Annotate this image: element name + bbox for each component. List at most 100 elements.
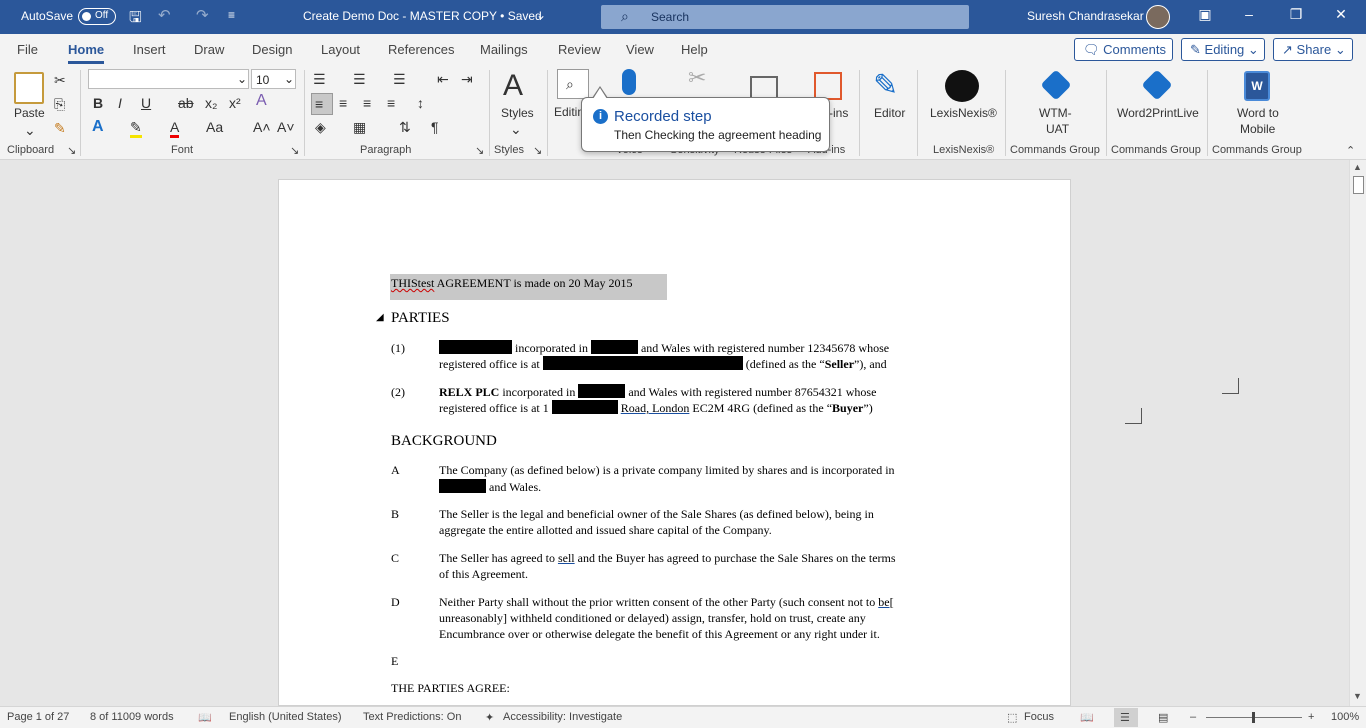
wtm-uat-label-1[interactable]: WTM- [1039, 106, 1072, 120]
flagged-text[interactable]: be[ [878, 595, 893, 609]
tab-references[interactable]: References [388, 42, 454, 57]
font-name-select[interactable]: ⌄ [88, 69, 249, 89]
highlight-icon[interactable]: ✎ [130, 119, 142, 138]
clear-formatting-icon[interactable]: A [256, 93, 267, 109]
focus-icon[interactable]: ⬚ [1007, 711, 1017, 724]
collapse-triangle-icon[interactable]: ◢ [376, 312, 384, 323]
tab-review[interactable]: Review [558, 42, 601, 57]
tab-view[interactable]: View [626, 42, 654, 57]
dialog-launcher-icon[interactable]: ↘ [533, 144, 542, 157]
chevron-down-icon[interactable]: ⌄ [24, 122, 36, 138]
format-painter-icon[interactable]: ✎ [54, 120, 66, 136]
styles-button[interactable]: Styles [501, 106, 534, 120]
dialog-launcher-icon[interactable]: ↘ [290, 144, 299, 157]
superscript-icon[interactable]: x² [229, 95, 241, 111]
tab-draw[interactable]: Draw [194, 42, 224, 57]
dialog-launcher-icon[interactable]: ↘ [67, 144, 76, 157]
scroll-up-icon[interactable]: ▲ [1353, 162, 1362, 172]
close-icon[interactable]: ✕ [1326, 6, 1356, 23]
grow-font-icon[interactable]: A˄ [253, 119, 271, 135]
paste-button[interactable]: Paste [14, 106, 45, 120]
flagged-text[interactable]: sell [558, 551, 575, 565]
proofing-icon[interactable]: 📖 [198, 711, 212, 724]
paste-icon[interactable] [14, 72, 44, 104]
tab-file[interactable]: File [17, 42, 38, 57]
page-count[interactable]: Page 1 of 27 [7, 711, 69, 723]
autosave-toggle[interactable]: Off [78, 8, 116, 25]
shading-icon[interactable]: ◈ [315, 119, 326, 135]
justify-icon[interactable]: ≡ [387, 95, 395, 111]
tab-home[interactable]: Home [68, 42, 105, 64]
add-ins-icon[interactable] [814, 72, 842, 100]
save-icon[interactable]: 🖫 [129, 7, 142, 32]
share-button[interactable]: ↗ Share ⌄ [1273, 38, 1353, 61]
web-layout-icon[interactable]: ▤ [1158, 711, 1168, 724]
subscript-icon[interactable]: x₂ [205, 95, 217, 111]
flagged-text[interactable]: Road, London [621, 401, 690, 415]
bullets-icon[interactable]: ☰ [313, 71, 326, 87]
wtm-uat-label-2[interactable]: UAT [1046, 122, 1069, 136]
line-spacing-icon[interactable]: ↕ [417, 95, 424, 111]
zoom-slider-thumb[interactable] [1252, 712, 1255, 723]
tab-design[interactable]: Design [252, 42, 292, 57]
tab-mailings[interactable]: Mailings [480, 42, 528, 57]
find-icon[interactable]: ⌕ [557, 69, 589, 99]
read-mode-icon[interactable]: 📖 [1080, 711, 1094, 724]
styles-icon[interactable]: A [503, 70, 523, 102]
strikethrough-icon[interactable]: ab [178, 95, 194, 111]
scrollbar-thumb[interactable] [1353, 176, 1364, 194]
chevron-down-icon[interactable]: ⌄ [536, 8, 546, 22]
sensitivity-icon[interactable]: ✂ [688, 67, 706, 89]
word2printlive-icon[interactable] [1141, 69, 1173, 101]
align-left-button[interactable]: ≡ [311, 93, 333, 115]
maximize-icon[interactable]: ❐ [1281, 6, 1311, 23]
tab-insert[interactable]: Insert [133, 42, 166, 57]
font-color-icon[interactable]: A [170, 119, 180, 138]
editing-button[interactable]: Editin [554, 105, 584, 119]
collapse-ribbon-icon[interactable]: ⌃ [1346, 144, 1355, 157]
avatar[interactable] [1146, 5, 1170, 29]
font-size-select[interactable]: 10 ⌄ [251, 69, 296, 89]
wtm-uat-icon[interactable] [1040, 69, 1072, 101]
focus-mode[interactable]: Focus [1024, 711, 1054, 723]
zoom-level[interactable]: 100% [1331, 711, 1359, 723]
dictate-icon[interactable] [622, 69, 636, 95]
comments-button[interactable]: 🗨 Comments [1074, 38, 1173, 61]
italic-icon[interactable]: I [118, 95, 122, 111]
undo-icon[interactable]: ↶ [158, 6, 171, 24]
align-center-icon[interactable]: ≡ [339, 95, 347, 111]
redo-icon[interactable]: ↷ [196, 6, 209, 24]
ribbon-display-icon[interactable]: ▣ [1190, 6, 1220, 23]
accessibility-icon[interactable]: ✦ [485, 711, 494, 724]
word2printlive-button[interactable]: Word2PrintLive [1117, 106, 1199, 120]
chevron-down-icon[interactable]: ⌄ [510, 121, 522, 137]
print-layout-button[interactable]: ☰ [1114, 708, 1138, 727]
accessibility-status[interactable]: Accessibility: Investigate [503, 711, 622, 723]
lexisnexis-button[interactable]: LexisNexis® [930, 106, 997, 120]
zoom-in-icon[interactable]: + [1308, 711, 1314, 723]
copy-icon[interactable]: ⎘ [54, 96, 65, 112]
search-box[interactable]: ⌕ Search [601, 5, 969, 29]
numbering-icon[interactable]: ☰ [353, 71, 366, 87]
sort-icon[interactable]: ⇅ [399, 119, 411, 135]
multilevel-list-icon[interactable]: ☰ [393, 71, 406, 87]
decrease-indent-icon[interactable]: ⇤ [437, 71, 449, 87]
word-count[interactable]: 8 of 11009 words [90, 711, 174, 723]
text-effects-icon[interactable]: A [92, 119, 104, 135]
word-to-mobile-icon[interactable]: W [1244, 71, 1270, 101]
user-name[interactable]: Suresh Chandrasekar [1027, 9, 1144, 23]
scroll-down-icon[interactable]: ▼ [1353, 691, 1362, 701]
tab-layout[interactable]: Layout [321, 42, 360, 57]
add-ins-button[interactable]: -ins [829, 106, 848, 120]
zoom-out-icon[interactable]: – [1190, 711, 1196, 723]
document-title[interactable]: Create Demo Doc - MASTER COPY • Saved [303, 9, 542, 23]
bold-icon[interactable]: B [93, 95, 103, 111]
customize-qat-icon[interactable]: ≡ [228, 8, 235, 22]
editor-icon[interactable]: ✎ [873, 70, 898, 102]
word-to-mobile-label-1[interactable]: Word to [1237, 106, 1279, 120]
editing-mode-button[interactable]: ✎ Editing ⌄ [1181, 38, 1265, 61]
word-to-mobile-label-2[interactable]: Mobile [1240, 122, 1275, 136]
minimize-icon[interactable]: – [1234, 6, 1264, 22]
editor-button[interactable]: Editor [874, 106, 905, 120]
vertical-scrollbar[interactable]: ▲ ▼ [1349, 160, 1366, 706]
